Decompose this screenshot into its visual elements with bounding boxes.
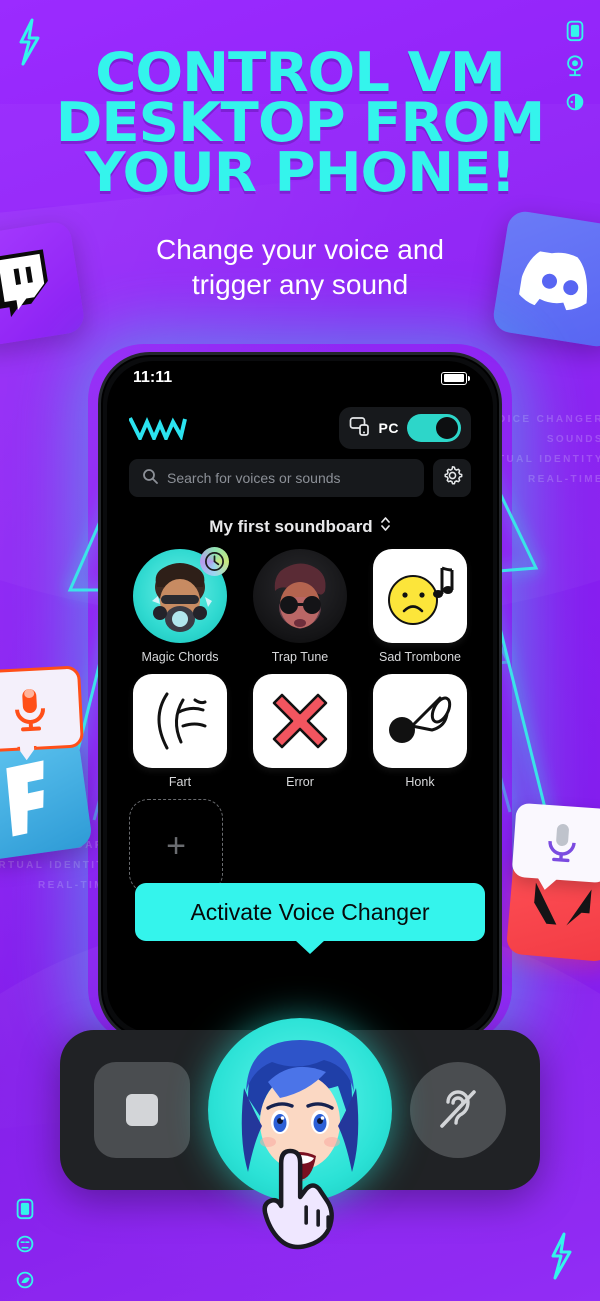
soundboard-title: My first soundboard — [209, 516, 373, 536]
gear-icon — [442, 465, 463, 491]
search-row — [129, 459, 471, 497]
battery-icon — [564, 18, 586, 42]
screen-share-icon — [349, 415, 371, 442]
fortnite-card — [0, 734, 94, 862]
item-thumbnail — [133, 547, 229, 643]
clock-badge-icon — [200, 547, 229, 576]
status-bar-battery-icon — [441, 371, 470, 385]
search-icon — [142, 468, 158, 489]
valorant-icon — [534, 882, 592, 926]
soundboard-item-magic-chords[interactable]: Magic Chords — [129, 547, 231, 664]
wind-lines-icon — [157, 692, 207, 750]
pc-toggle-switch[interactable] — [407, 414, 461, 442]
pointing-hand-cursor — [252, 1145, 344, 1255]
item-thumbnail — [253, 674, 347, 768]
vm-logo — [129, 416, 187, 440]
item-thumbnail — [253, 549, 347, 643]
subtitle-line-2: trigger any sound — [191, 269, 409, 300]
frowning-face-icon — [388, 566, 454, 625]
item-label: Sad Trombone — [379, 650, 461, 664]
activate-voice-changer-callout[interactable]: Activate Voice Changer — [135, 883, 485, 941]
battery-icon — [14, 1196, 36, 1220]
page-headline: CONTROL VM DESKTOP FROM YOUR PHONE! — [0, 46, 600, 204]
item-label: Trap Tune — [271, 650, 329, 664]
item-label: Magic Chords — [141, 650, 219, 664]
page-subtitle: Change your voice and trigger any sound — [0, 232, 600, 302]
toggle-knob — [436, 417, 458, 439]
soundboard-item-honk[interactable]: Honk — [369, 674, 471, 789]
item-label: Honk — [405, 775, 435, 789]
red-cross-icon — [272, 693, 328, 749]
hear-myself-off-icon — [432, 1082, 484, 1139]
soundboard-item-fart[interactable]: Fart — [129, 674, 231, 789]
item-thumbnail — [373, 674, 467, 768]
soundboard-selector[interactable]: My first soundboard — [129, 516, 471, 537]
horn-icon — [389, 696, 452, 743]
mic-card-purple — [511, 802, 600, 884]
stop-icon — [126, 1094, 158, 1126]
chevron-up-down-icon — [380, 516, 391, 537]
hear-myself-button[interactable] — [410, 1062, 506, 1158]
search-bar[interactable] — [129, 459, 424, 497]
orb-icon — [14, 1268, 36, 1292]
pc-toggle-label: PC — [378, 420, 399, 436]
subtitle-line-1: Change your voice and — [156, 234, 444, 265]
phone-notch — [207, 361, 393, 391]
phone-mockup: 11:11 PC Search for voices or sounds My … — [98, 352, 502, 1042]
callout-text: Activate Voice Changer — [190, 898, 430, 925]
item-thumbnail — [133, 674, 227, 768]
headline-line-3: YOUR PHONE! — [84, 141, 516, 204]
corner-icons-bottom-left — [14, 1196, 36, 1292]
microphone-icon — [548, 824, 576, 863]
fortnite-f-icon — [6, 760, 44, 837]
item-label: Fart — [168, 775, 192, 789]
app-header: PC — [129, 405, 471, 451]
phone-screen: 11:11 PC Search for voices or sounds My … — [107, 361, 493, 1033]
voice-avatar-trap-tune — [253, 549, 347, 643]
settings-button[interactable] — [433, 459, 471, 497]
soundboard-item-error[interactable]: Error — [249, 674, 351, 789]
soundboard-grid: Magic Chords Trap Tune Sad Trombone Fart… — [129, 547, 471, 789]
soundboard-item-sad-trombone[interactable]: Sad Trombone — [369, 549, 471, 664]
pc-toggle[interactable]: PC — [338, 407, 471, 449]
soundboard-item-trap-tune[interactable]: Trap Tune — [249, 549, 351, 664]
add-sound-button[interactable]: + — [129, 799, 223, 893]
status-bar-time: 11:11 — [133, 369, 173, 386]
item-label: Error — [286, 775, 314, 789]
lightning-bolt-icon — [548, 1232, 574, 1280]
search-input[interactable] — [167, 470, 411, 486]
microphone-icon — [15, 689, 45, 732]
face-icon — [14, 1232, 36, 1256]
item-thumbnail — [373, 549, 467, 643]
stop-button[interactable] — [94, 1062, 190, 1158]
mic-card-orange — [0, 665, 85, 752]
